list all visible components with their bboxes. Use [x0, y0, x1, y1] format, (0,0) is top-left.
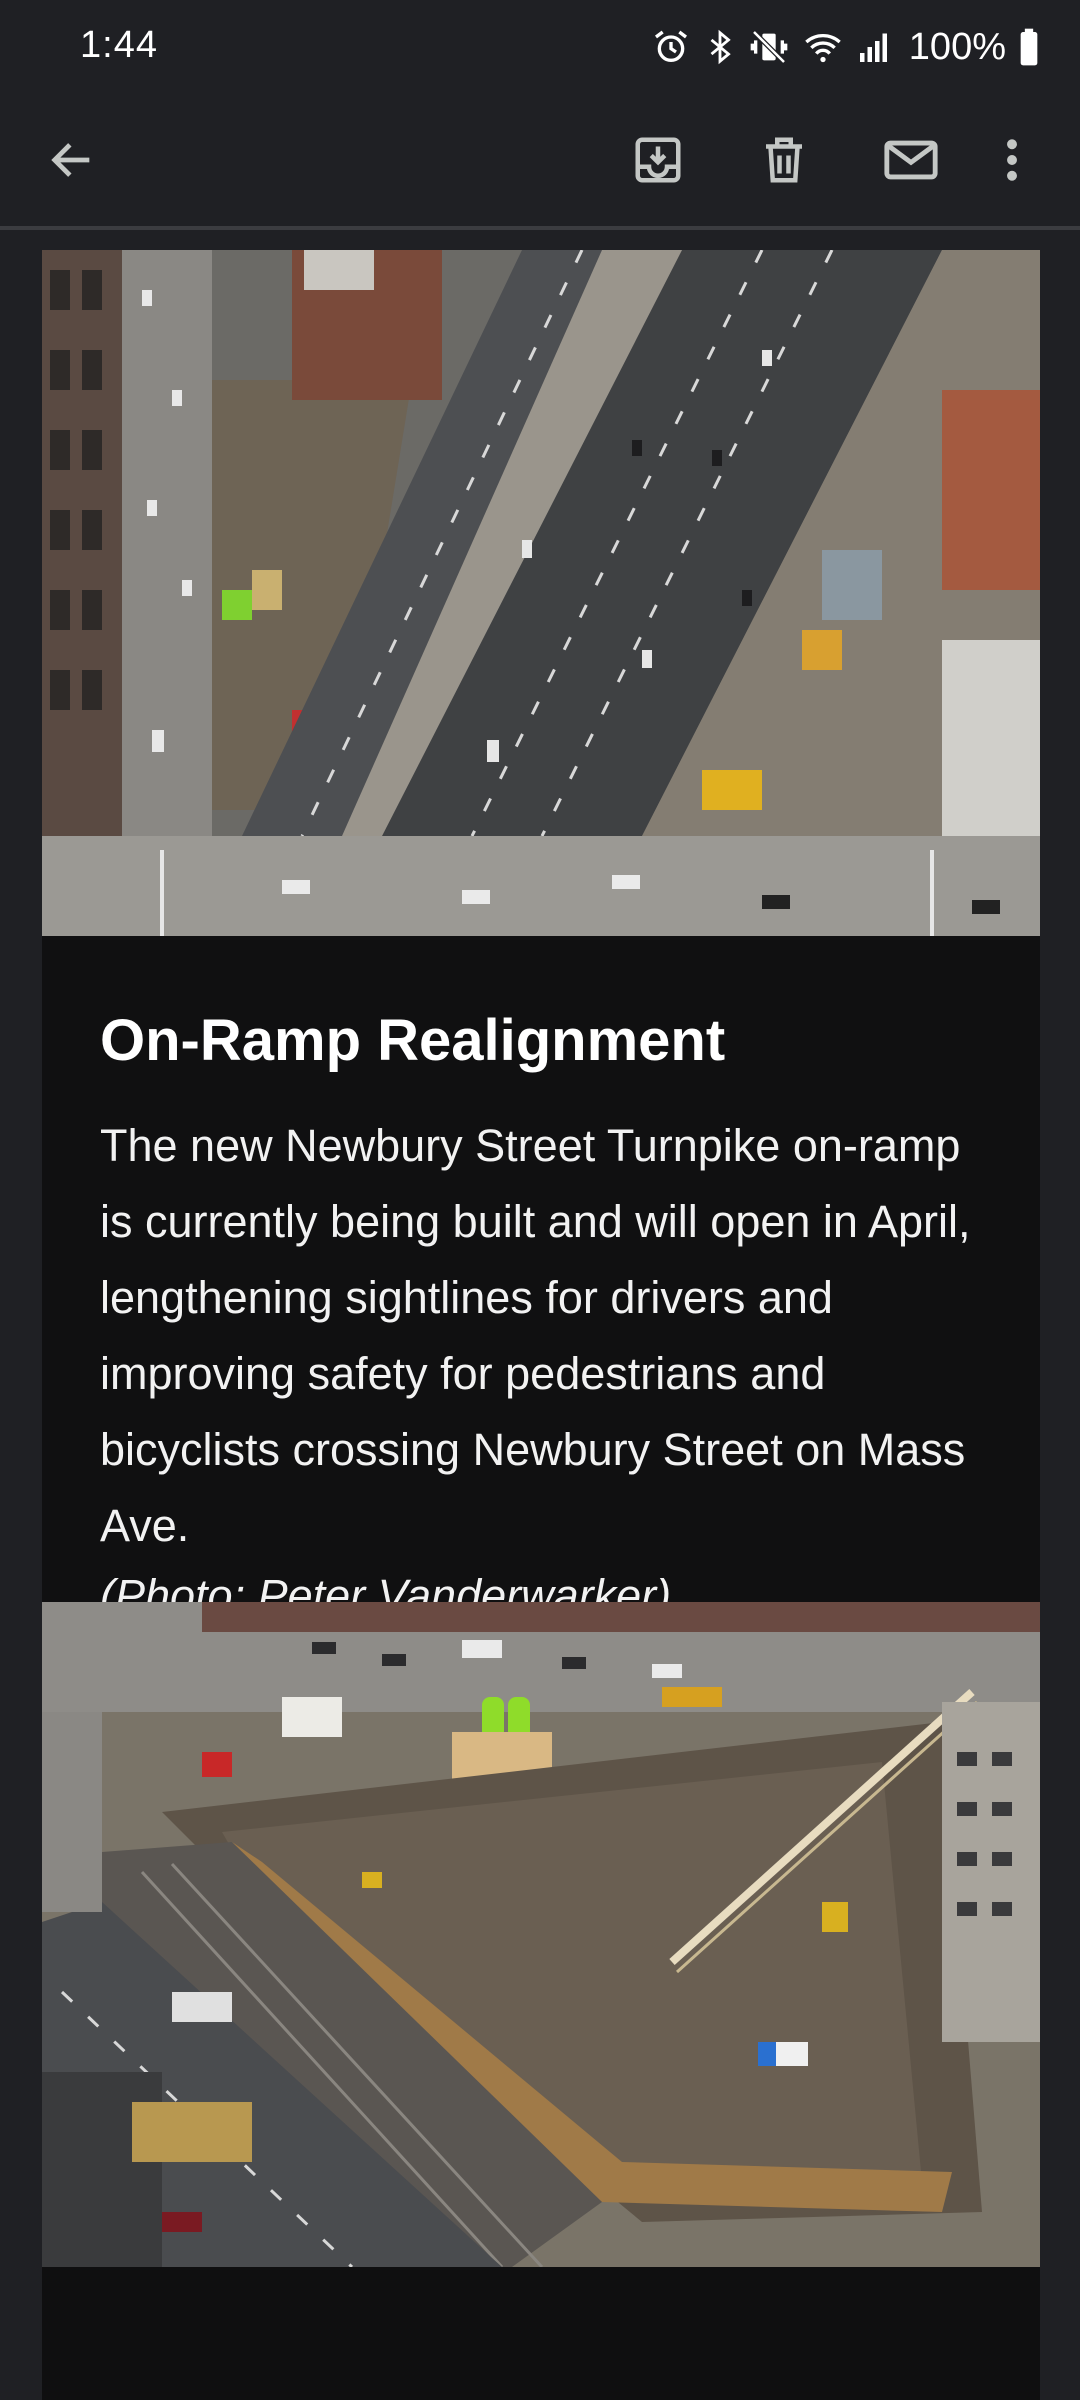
- alarm-icon: [651, 27, 691, 67]
- mark-unread-button[interactable]: [871, 120, 951, 200]
- aerial-photo-construction-site: [42, 1602, 1040, 2267]
- more-options-button[interactable]: [982, 120, 1042, 200]
- status-icons: 100%: [651, 22, 1040, 72]
- article-body: The new Newbury Street Turnpike on-ramp …: [100, 1119, 971, 1551]
- back-arrow-icon: [51, 143, 90, 177]
- article-title: On-Ramp Realignment: [100, 1008, 726, 1073]
- status-time: 1:44: [80, 24, 158, 66]
- delete-button[interactable]: [744, 120, 824, 200]
- aerial-photo-highway: [42, 250, 1040, 936]
- wifi-icon: [801, 27, 845, 67]
- archive-button[interactable]: [618, 120, 698, 200]
- bluetooth-icon: [703, 27, 737, 67]
- more-options-icon: [1007, 139, 1017, 181]
- signal-icon: [857, 27, 893, 67]
- article-block: On-Ramp Realignment The new Newbury Stre…: [42, 936, 1040, 1621]
- email-toolbar: [0, 96, 1080, 230]
- email-body: On-Ramp Realignment The new Newbury Stre…: [42, 250, 1040, 2400]
- battery-icon: [1018, 27, 1040, 67]
- vibrate-icon: [749, 27, 789, 67]
- delete-icon: [766, 137, 802, 183]
- status-bar: 1:44 100%: [0, 0, 1080, 96]
- mark-unread-icon: [884, 140, 938, 180]
- battery-percent: 100%: [908, 25, 1006, 68]
- back-button[interactable]: [32, 120, 112, 200]
- archive-icon: [635, 137, 681, 183]
